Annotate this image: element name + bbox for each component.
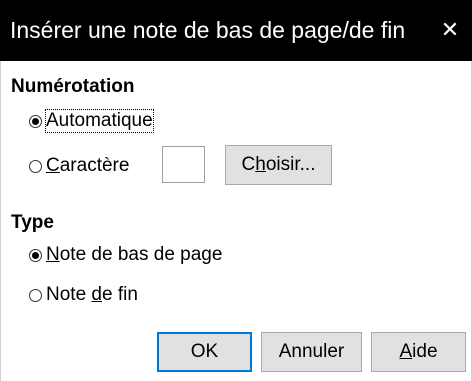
numbering-heading: Numérotation — [11, 76, 135, 97]
ok-label: OK — [190, 341, 219, 362]
footnote-label: Note de bas de page — [46, 244, 222, 266]
endnote-radio-option[interactable]: Note de fin — [29, 281, 138, 309]
footnote-label-rest: ote de bas de page — [59, 244, 223, 265]
character-radio[interactable] — [29, 159, 42, 173]
character-label-rest: aractère — [59, 155, 130, 176]
ok-button[interactable]: OK — [157, 332, 252, 372]
footnote-dialog: Insérer une note de bas de page/de fin ✕… — [0, 0, 472, 381]
help-button[interactable]: Aide — [371, 332, 466, 372]
dialog-title: Insérer une note de bas de page/de fin — [10, 17, 406, 43]
automatic-radio[interactable] — [29, 114, 42, 128]
character-label-mnemonic: C — [46, 155, 60, 176]
help-label-rest: ide — [412, 341, 438, 362]
type-heading: Type — [11, 212, 54, 233]
title-bar[interactable]: Insérer une note de bas de page/de fin ✕ — [0, 0, 472, 61]
endnote-label-rest: e fin — [102, 284, 138, 305]
character-label: Caractère — [46, 155, 129, 177]
cancel-button[interactable]: Annuler — [261, 332, 362, 372]
automatic-radio-option[interactable]: Automatique — [29, 107, 154, 135]
choose-label-prefix: C — [241, 154, 256, 175]
choose-button[interactable]: Ch oisir... — [225, 145, 332, 185]
cancel-label: Annuler — [278, 341, 345, 362]
endnote-label-mnemonic: d — [91, 284, 102, 305]
choose-label-mnemonic: h — [255, 154, 266, 175]
footnote-radio[interactable] — [29, 248, 42, 262]
footnote-radio-option[interactable]: Note de bas de page — [29, 241, 222, 269]
choose-label-rest: oisir... — [265, 154, 316, 175]
character-input[interactable] — [162, 146, 205, 183]
character-radio-option[interactable]: Caractère — [29, 152, 129, 180]
automatic-label: Automatique — [45, 109, 154, 133]
endnote-label-prefix: Note — [46, 284, 92, 305]
close-icon[interactable]: ✕ — [428, 8, 472, 52]
footnote-label-mnemonic: N — [46, 244, 60, 265]
endnote-label: Note de fin — [46, 284, 138, 306]
dialog-body: Numérotation Automatique Caractère Ch ois… — [0, 61, 472, 381]
endnote-radio[interactable] — [29, 288, 42, 302]
automatic-label-ul: Automatique — [46, 110, 153, 131]
help-label-mnemonic: A — [399, 341, 413, 362]
